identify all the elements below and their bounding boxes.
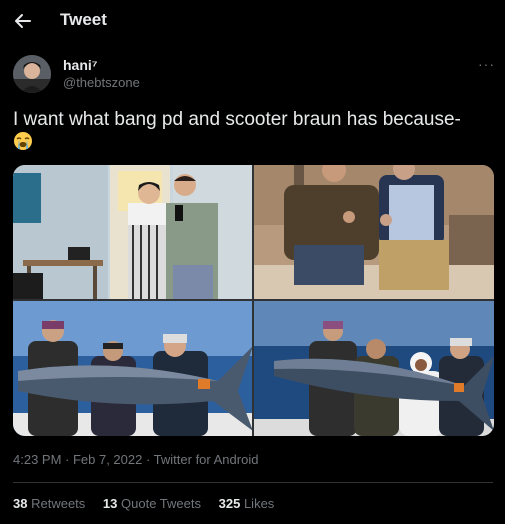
tweet-metadata: 4:23 PM · Feb 7, 2022 · Twitter for Andr… [13,452,259,467]
quote-tweets-count: 13 [102,496,118,511]
tweet-body: I want what bang pd and scooter braun ha… [13,109,461,130]
back-button[interactable] [12,10,34,32]
loudly-crying-face-icon [13,131,33,151]
photo-fishing-boat-2[interactable] [254,301,494,436]
avatar[interactable] [13,55,51,93]
quote-tweets-label: Quote Tweets [121,496,201,511]
likes-count: 325 [218,496,241,511]
more-button[interactable]: ··· [478,56,495,72]
arrow-left-icon [15,14,31,28]
more-horizontal-icon: ··· [478,56,495,72]
photo-fishing-boat-1[interactable] [13,301,252,436]
tweet-text: I want what bang pd and scooter braun ha… [13,108,498,154]
top-bar: Tweet [0,0,505,42]
likes-label: Likes [243,496,275,511]
quote-tweets-stat[interactable]: 13 Quote Tweets [103,496,201,511]
retweets-label: Retweets [31,496,86,511]
media-grid[interactable] [13,165,494,436]
retweets-count: 38 [13,496,28,511]
divider [13,482,493,483]
author-name[interactable]: hani⁷ [63,57,98,73]
likes-stat[interactable]: 325 Likes [219,496,275,511]
photo-office-selfie[interactable] [13,165,252,299]
photo-thumbs-up[interactable] [254,165,494,299]
engagement-stats: 38 Retweets 13 Quote Tweets 325 Likes [13,496,288,511]
page-title: Tweet [60,10,107,29]
author-handle[interactable]: @thebtszone [63,75,140,90]
retweets-stat[interactable]: 38 Retweets [13,496,85,511]
